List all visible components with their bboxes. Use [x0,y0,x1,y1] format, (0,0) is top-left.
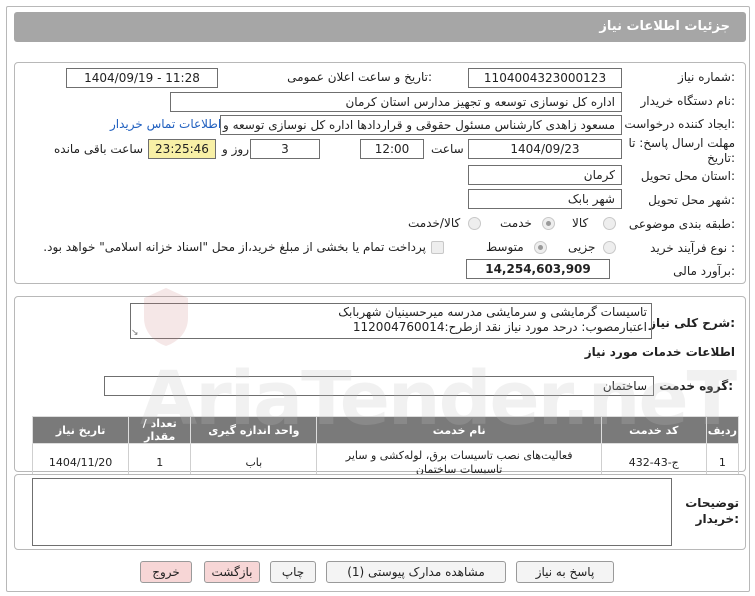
city-field[interactable]: شهر بابک [468,189,622,209]
col-qty: تعداد / مقدار [128,416,192,444]
treasury-payment-note: پرداخت تمام یا بخشی از مبلغ خرید،از محل … [43,240,426,254]
creator-label: ایجاد کننده درخواست: [624,117,735,131]
services-table: تاریخ نیاز تعداد / مقدار واحد اندازه گیر… [31,416,740,482]
deadline-label-date: تاریخ: [707,151,735,165]
buyer-notes-textarea[interactable] [32,478,672,546]
description-textarea[interactable]: تاسیسات گرمایشی و سرمایشی مدرسه میرحسینی… [130,303,652,339]
city-label: شهر محل تحویل: [648,193,735,207]
process-option-medium: متوسط [486,240,524,254]
deadline-label: مهلت ارسال پاسخ: تا [628,136,735,150]
service-group-field[interactable]: ساختمان [104,376,654,396]
deadline-time-field[interactable]: 12:00 [360,139,424,159]
category-option-service: خدمت [500,216,532,230]
exit-button[interactable]: خروج [140,561,192,583]
category-radio-goods[interactable] [603,217,616,230]
province-label: استان محل تحویل: [640,169,735,183]
description-label: شرح کلی نیاز: [649,316,735,330]
category-label: طبقه بندی موضوعی: [628,217,735,231]
announce-label: تاریخ و ساعت اعلان عمومی: [287,70,432,84]
page-title: جزئیات اطلاعات نیاز [599,19,730,34]
need-number-label: شماره نیاز: [677,70,735,84]
services-section-title: اطلاعات خدمات مورد نیاز [584,345,735,359]
remaining-label: ساعت باقی مانده [54,142,144,156]
print-button[interactable]: چاپ [270,561,316,583]
estimate-field[interactable]: 14,254,603,909 [466,259,610,279]
process-radio-minor[interactable] [603,241,616,254]
description-line-2: اعتبارمصوب: درحد مورد نیاز نقد ازطرح:112… [352,320,647,334]
title-bar: جزئیات اطلاعات نیاز [14,12,746,42]
time-label: ساعت [431,142,464,156]
process-radio-medium[interactable] [534,241,547,254]
col-service-name: نام خدمت [316,416,602,444]
announce-datetime-field[interactable]: 1404/09/19 - 11:28 [66,68,218,88]
remaining-time-field[interactable]: 23:25:46 [148,139,216,159]
category-radio-service[interactable] [542,217,555,230]
buyer-contact-link[interactable]: اطلاعات تماس خریدار [110,117,221,131]
col-need-date: تاریخ نیاز [31,416,130,444]
need-number-field[interactable]: 1104004323000123 [468,68,622,88]
days-label: روز و [222,142,249,156]
category-option-goods-service: کالا/خدمت [408,216,461,230]
process-option-minor: جزیی [568,240,596,254]
service-name-line-1: فعالیت‌های نصب تاسیسات برق، لوله‌کشی و س… [345,448,573,462]
category-option-goods: کالا [572,216,589,230]
category-radio-goods-service[interactable] [468,217,481,230]
resize-handle-icon[interactable]: ↘ [131,328,139,338]
buyer-org-label: نام دستگاه خریدار: [640,94,736,108]
view-attachments-button[interactable]: مشاهده مدارک پیوستی (1) [326,561,506,583]
estimate-label: برآورد مالی: [673,264,735,278]
treasury-payment-checkbox[interactable] [431,241,444,254]
province-field[interactable]: کرمان [468,165,622,185]
days-field[interactable]: 3 [250,139,320,159]
deadline-date-field[interactable]: 1404/09/23 [468,139,622,159]
buyer-notes-label-1: توضیحات [685,496,739,510]
buyer-notes-label-2: خریدار: [695,512,739,526]
reply-button[interactable]: پاسخ به نیاز [516,561,614,583]
col-unit: واحد اندازه گیری [190,416,318,444]
process-label: نوع فرآیند خرید : [650,241,735,255]
description-line-1: تاسیسات گرمایشی و سرمایشی مدرسه میرحسینی… [338,305,647,319]
back-button[interactable]: بازگشت [204,561,260,583]
buyer-org-field[interactable]: اداره کل نوسازی توسعه و تجهیز مدارس استا… [170,92,622,112]
col-row: ردیف [705,416,740,444]
creator-field[interactable]: مسعود زاهدی کارشناس مسئول حقوقی و قراردا… [220,115,622,135]
col-service-code: کد خدمت [600,416,707,444]
service-group-label: گروه خدمت: [659,379,733,393]
